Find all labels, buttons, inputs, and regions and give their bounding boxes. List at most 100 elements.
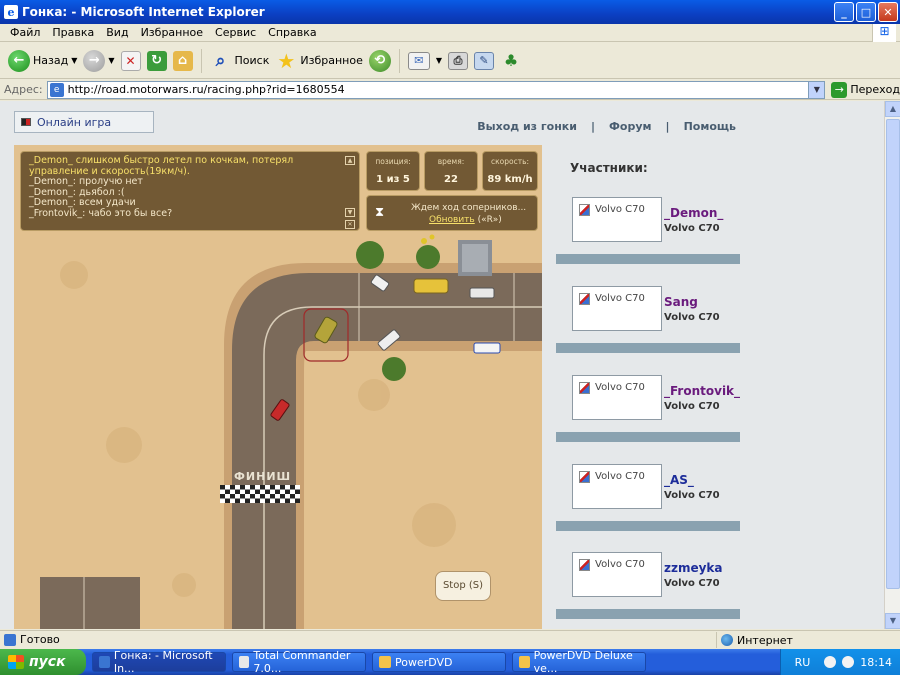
- back-arrow-icon: ←: [8, 49, 30, 72]
- exit-race-link[interactable]: Выход из гонки: [477, 120, 577, 133]
- tray-icon[interactable]: [842, 656, 855, 668]
- participant-name[interactable]: Sang: [664, 295, 698, 309]
- participant-car: Volvo C70: [664, 490, 720, 501]
- mail-icon[interactable]: ✉: [407, 51, 430, 70]
- toolbar-separator: [398, 48, 400, 73]
- status-bar: Готово Интернет: [0, 630, 900, 648]
- refresh-icon[interactable]: ↻: [146, 50, 167, 71]
- stop-button[interactable]: Stop (S): [435, 571, 491, 601]
- car-image-alt: Volvo C70: [595, 204, 645, 215]
- search-icon: ⌕: [215, 50, 226, 71]
- scroll-up-icon[interactable]: ▲: [885, 101, 900, 117]
- broken-image-icon: [579, 382, 590, 394]
- status-text: Готово: [20, 633, 60, 646]
- powerdvd-icon: [519, 656, 530, 668]
- clock: 18:14: [860, 655, 892, 669]
- windows-flag-icon: [8, 655, 24, 669]
- taskbar-item-powerdvd[interactable]: PowerDVD: [372, 652, 506, 672]
- forward-button[interactable]: → ▼: [83, 49, 115, 72]
- minimize-button[interactable]: _: [834, 2, 854, 22]
- speed-panel: скорость: 89 km/h: [482, 151, 538, 191]
- history-icon[interactable]: ⟲: [368, 49, 391, 72]
- address-dropdown-icon[interactable]: ▼: [808, 81, 825, 98]
- car-image: Volvo C70: [572, 286, 662, 331]
- menu-bar: Файл Правка Вид Избранное Сервис Справка…: [0, 24, 900, 42]
- participants-panel: Участники: Volvo C70 _Demon_ Volvo C70 V…: [556, 145, 740, 629]
- back-dropdown-icon[interactable]: ▼: [71, 56, 77, 65]
- menu-favorites[interactable]: Избранное: [141, 26, 203, 39]
- forum-link[interactable]: Форум: [609, 120, 652, 133]
- close-button[interactable]: ✕: [878, 2, 898, 22]
- ie-icon: e: [4, 5, 18, 19]
- chat-close-icon[interactable]: ✕: [345, 220, 355, 229]
- participant-name[interactable]: zzmeyka: [664, 561, 723, 575]
- time-label: время:: [437, 157, 465, 166]
- home-icon[interactable]: ⌂: [172, 50, 193, 71]
- language-indicator[interactable]: RU: [795, 656, 811, 669]
- print-icon[interactable]: ⎙: [448, 51, 468, 70]
- participants-heading: Участники:: [570, 161, 648, 175]
- globe-icon: [721, 634, 733, 646]
- broken-image-icon: [579, 204, 590, 216]
- maximize-button[interactable]: □: [856, 2, 876, 22]
- opponent-car-gray: [469, 287, 495, 299]
- back-button[interactable]: ← Назад ▼: [8, 49, 77, 72]
- edit-icon[interactable]: ✎: [474, 51, 494, 70]
- menu-file[interactable]: Файл: [10, 26, 40, 39]
- scroll-thumb[interactable]: [886, 119, 900, 589]
- race-map[interactable]: _Demon_ слишком быстро летел по кочкам, …: [14, 145, 542, 629]
- go-button[interactable]: → Переход: [831, 81, 900, 98]
- refresh-link[interactable]: Обновить: [429, 215, 475, 225]
- taskbar-item-powerdvd-deluxe[interactable]: PowerDVD Deluxe ve...: [512, 649, 646, 675]
- car-image: Volvo C70: [572, 552, 662, 597]
- favorites-button[interactable]: ★ Избранное: [275, 49, 363, 73]
- position-label: позиция:: [375, 157, 411, 166]
- tray-icon[interactable]: [824, 656, 837, 668]
- taskbar-item-total-commander[interactable]: Total Commander 7.0...: [232, 649, 366, 675]
- start-button[interactable]: пуск: [0, 649, 86, 675]
- menu-tools[interactable]: Сервис: [215, 26, 256, 39]
- page-status-icon: [4, 633, 16, 646]
- messenger-icon[interactable]: ♣: [500, 50, 522, 72]
- scroll-down-icon[interactable]: ▼: [885, 613, 900, 629]
- chat-line: _Demon_: всем удачи: [29, 197, 136, 208]
- browser-toolbar: ← Назад ▼ → ▼ ✕ ↻ ⌂ ⌕ Поиск ★ Избранное …: [0, 43, 900, 79]
- favorites-label: Избранное: [300, 54, 363, 67]
- participant-name[interactable]: _AS_: [664, 473, 694, 487]
- online-game-link[interactable]: Онлайн игра: [14, 111, 154, 133]
- page-icon: e: [49, 82, 64, 97]
- participant-card: Volvo C70 _Frontovik_ Volvo C70: [556, 371, 740, 451]
- car-image-alt: Volvo C70: [595, 559, 645, 570]
- search-label: Поиск: [234, 54, 270, 67]
- menu-help[interactable]: Справка: [268, 26, 316, 39]
- menu-edit[interactable]: Правка: [52, 26, 94, 39]
- forward-arrow-icon: →: [83, 49, 106, 72]
- total-commander-icon: [239, 656, 250, 668]
- participant-name[interactable]: _Frontovik_: [664, 384, 740, 398]
- refresh-hotkey: («R»): [477, 215, 502, 225]
- waiting-text: Ждем ход соперников...: [411, 203, 527, 213]
- chat-scroll-up-icon[interactable]: ▲: [345, 156, 355, 165]
- taskbar-item-ie[interactable]: Гонка: - Microsoft In...: [92, 649, 226, 675]
- search-button[interactable]: ⌕ Поиск: [210, 50, 270, 72]
- car-image: Volvo C70: [572, 197, 662, 242]
- stop-icon[interactable]: ✕: [120, 50, 141, 71]
- participant-progress-bar: [556, 521, 740, 531]
- address-input[interactable]: e http://road.motorwars.ru/racing.php?ri…: [46, 80, 826, 99]
- top-nav: Выход из гонки | Форум | Помощь: [477, 120, 736, 133]
- participant-progress-bar: [556, 254, 740, 264]
- broken-image-icon: [579, 293, 590, 305]
- chat-scroll-down-icon[interactable]: ▼: [345, 208, 355, 217]
- participant-car: Volvo C70: [664, 578, 720, 589]
- toolbar-separator: [200, 48, 202, 73]
- window-titlebar: e Гонка: - Microsoft Internet Explorer _…: [0, 0, 900, 24]
- back-label: Назад: [33, 54, 69, 67]
- help-link[interactable]: Помощь: [684, 120, 736, 133]
- participant-car: Volvo C70: [664, 223, 720, 234]
- vertical-scrollbar[interactable]: ▲ ▼: [884, 101, 900, 629]
- menu-view[interactable]: Вид: [106, 26, 128, 39]
- forward-dropdown-icon[interactable]: ▼: [108, 56, 114, 65]
- participant-name[interactable]: _Demon_: [664, 206, 723, 220]
- page-content: Онлайн игра Выход из гонки | Форум | Пом…: [0, 101, 884, 629]
- mail-dropdown-icon[interactable]: ▼: [436, 56, 442, 65]
